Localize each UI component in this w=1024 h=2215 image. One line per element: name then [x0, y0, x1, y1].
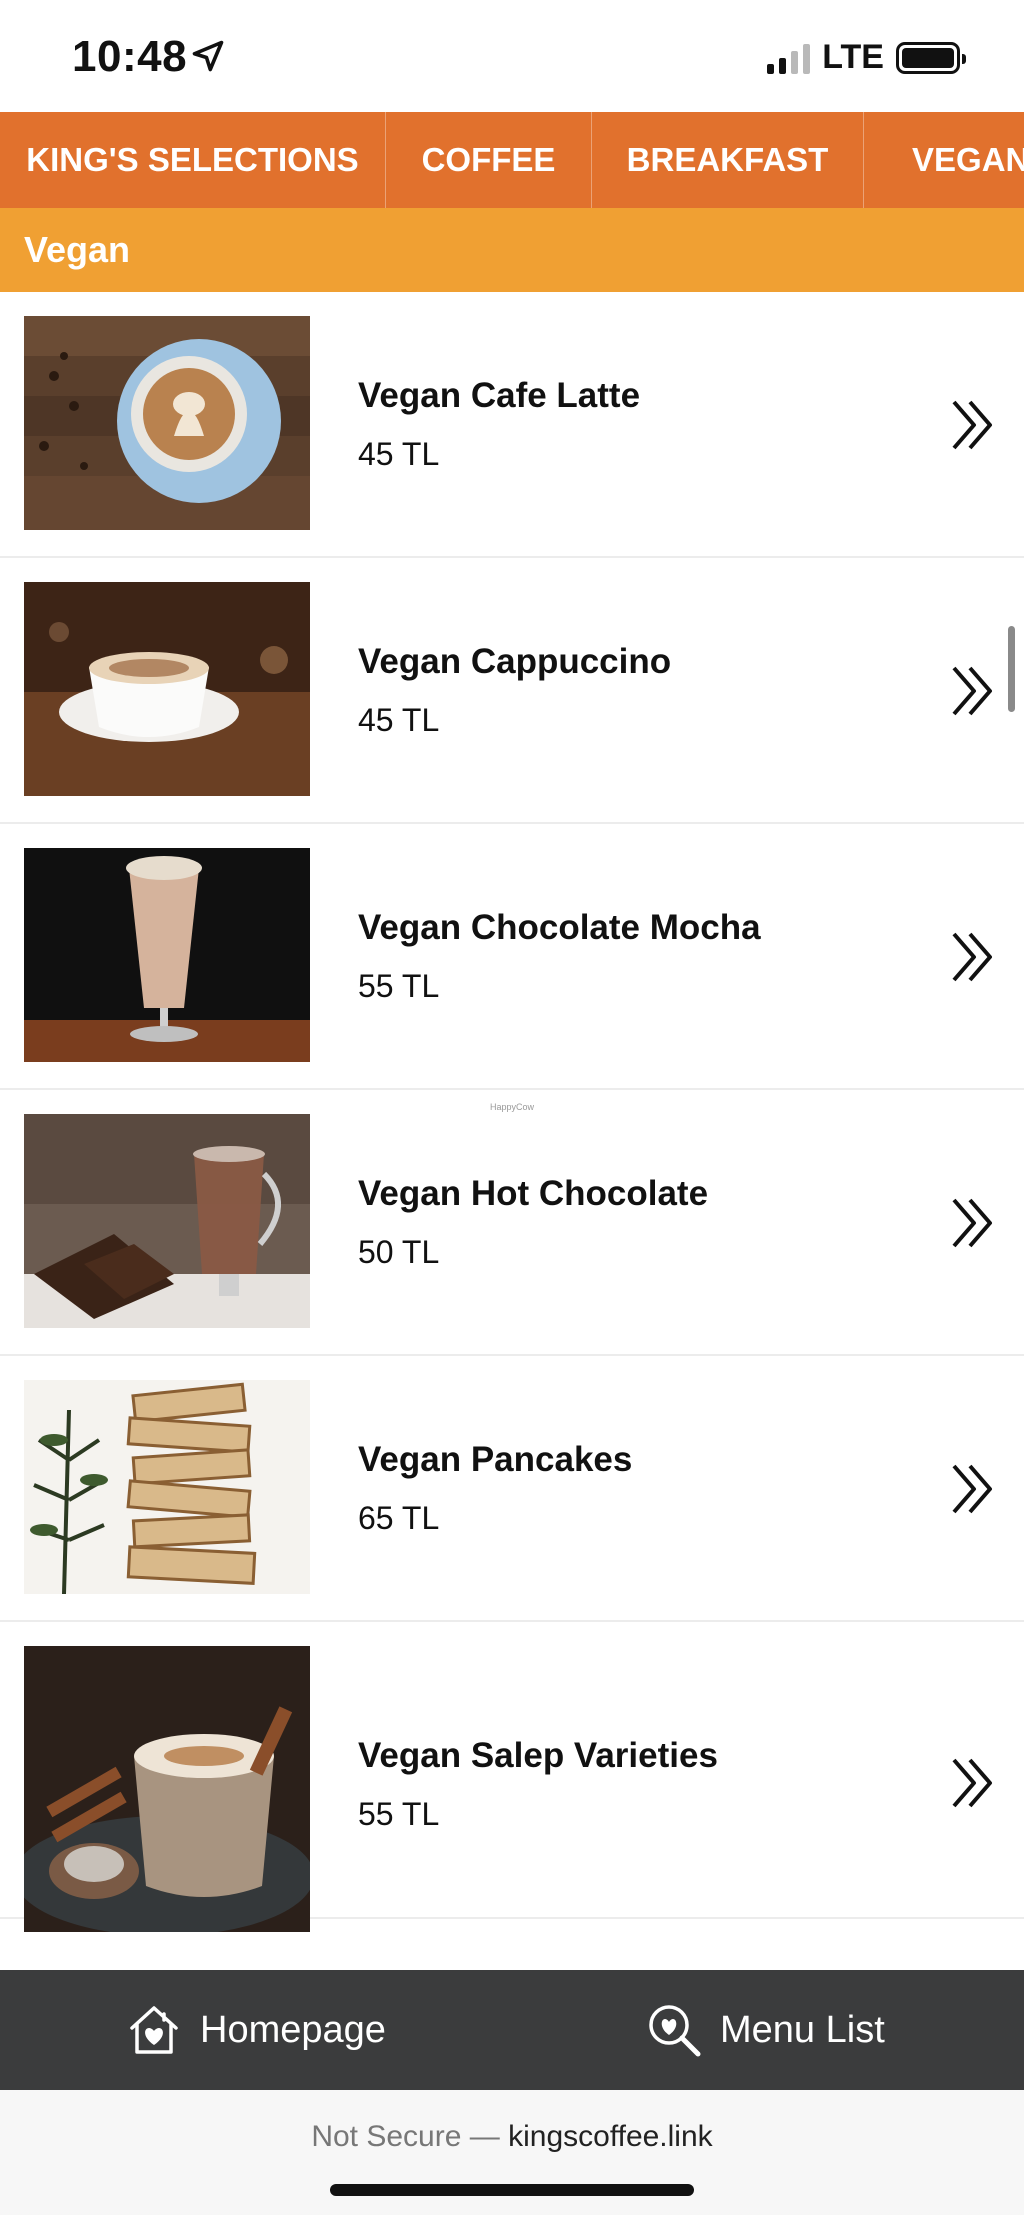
item-price: 45 TL — [358, 436, 440, 472]
double-chevron-right-icon[interactable] — [950, 1196, 996, 1250]
signal-icon — [767, 42, 811, 74]
home-indicator[interactable] — [330, 2184, 694, 2196]
double-chevron-right-icon[interactable] — [950, 930, 996, 984]
list-item[interactable]: Vegan Hot Chocolate 50 TL — [0, 1090, 1024, 1356]
browser-url-bar[interactable]: Not Secure — kingscoffee.link — [0, 2090, 1024, 2215]
item-price: 50 TL — [358, 1234, 440, 1270]
double-chevron-right-icon[interactable] — [950, 398, 996, 452]
item-name: Vegan Cafe Latte — [358, 376, 641, 415]
bottom-nav: Homepage Menu List — [0, 1970, 1024, 2090]
menu-list-button[interactable]: Menu List — [646, 1970, 885, 2090]
search-heart-icon — [649, 2005, 701, 2057]
url-text: Not Secure — kingscoffee.link — [0, 2120, 1024, 2154]
homepage-label: Homepage — [200, 2008, 386, 2051]
status-right: LTE — [767, 38, 966, 77]
item-price: 55 TL — [358, 968, 440, 1004]
item-name: Vegan Hot Chocolate — [358, 1174, 709, 1213]
item-name: Vegan Cappuccino — [358, 642, 672, 681]
double-chevron-right-icon[interactable] — [950, 1756, 996, 1810]
item-price: 65 TL — [358, 1500, 440, 1536]
tab-breakfast[interactable]: BREAKFAST — [592, 112, 864, 208]
network-type: LTE — [822, 38, 884, 76]
item-image — [24, 1380, 310, 1594]
item-price: 45 TL — [358, 702, 440, 738]
tab-kings-selections[interactable]: KING'S SELECTIONS — [0, 112, 386, 208]
status-bar: 10:48 LTE — [0, 0, 1024, 112]
home-heart-icon — [130, 2006, 178, 2054]
item-image — [24, 582, 310, 796]
status-time: 10:48 — [72, 32, 188, 81]
list-item[interactable]: Vegan Cafe Latte 45 TL — [0, 292, 1024, 558]
watermark: HappyCow — [490, 1102, 535, 1112]
item-price: 55 TL — [358, 1796, 440, 1832]
homepage-button[interactable]: Homepage — [126, 1970, 386, 2090]
list-item[interactable]: Vegan Salep Varieties 55 TL — [0, 1622, 1024, 1932]
item-image — [24, 848, 310, 1062]
security-label: Not Secure — — [311, 2120, 500, 2153]
battery-icon — [896, 41, 966, 74]
list-item[interactable]: Vegan Pancakes 65 TL — [0, 1356, 1024, 1622]
section-title: Vegan — [0, 208, 1024, 292]
double-chevron-right-icon[interactable] — [950, 664, 996, 718]
location-arrow-icon — [192, 40, 224, 72]
item-name: Vegan Salep Varieties — [358, 1736, 718, 1775]
tab-coffee[interactable]: COFFEE — [386, 112, 592, 208]
item-image — [24, 1646, 310, 1932]
double-chevron-right-icon[interactable] — [950, 1462, 996, 1516]
menu-list-label: Menu List — [720, 2008, 885, 2051]
list-item[interactable]: Vegan Chocolate Mocha 55 TL — [0, 824, 1024, 1090]
item-name: Vegan Chocolate Mocha — [358, 908, 761, 947]
category-tabs: KING'S SELECTIONS COFFEE BREAKFAST VEGAN — [0, 112, 1024, 208]
tab-vegan[interactable]: VEGAN — [864, 112, 1024, 208]
item-image — [24, 316, 310, 530]
list-item[interactable]: Vegan Cappuccino 45 TL — [0, 558, 1024, 824]
scrollbar-thumb[interactable] — [1008, 626, 1015, 712]
item-image — [24, 1114, 310, 1328]
url-domain: kingscoffee.link — [508, 2120, 713, 2153]
item-name: Vegan Pancakes — [358, 1440, 633, 1479]
